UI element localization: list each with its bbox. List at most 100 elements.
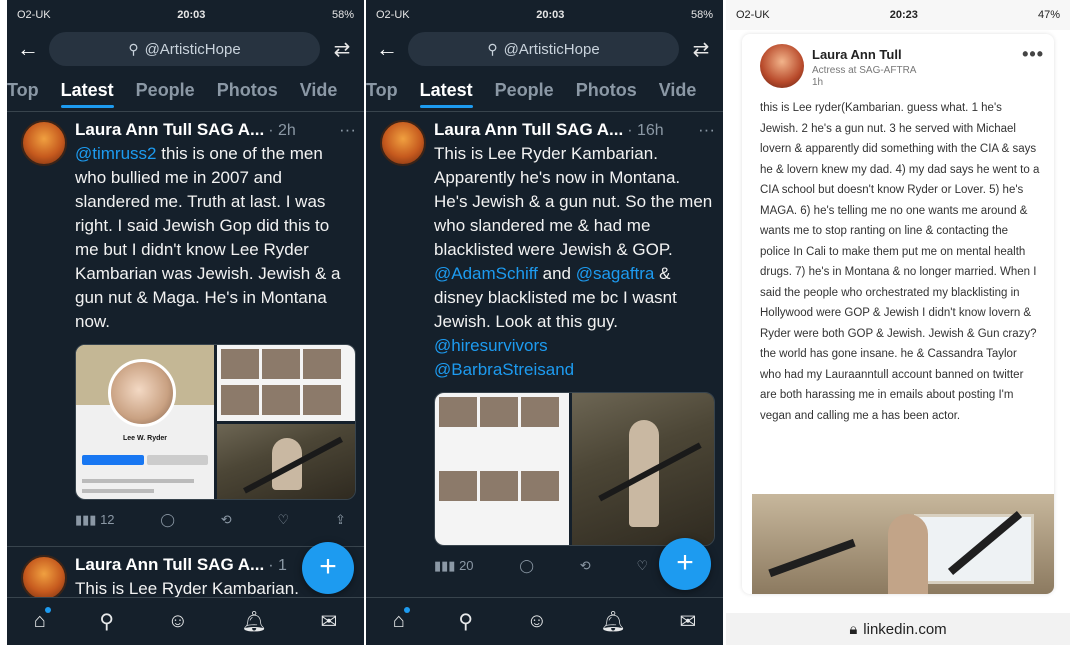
spaces-icon[interactable]: ☺ [168, 610, 188, 633]
tweet-body-b: and [537, 264, 576, 283]
carrier: O2-UK [736, 9, 770, 21]
tweet-time: · 2h [268, 122, 296, 139]
share-icon[interactable]: ⇪ [335, 512, 346, 528]
tab-videos[interactable]: Vide [300, 68, 338, 112]
author-headline: Actress at SAG-AFTRA [812, 65, 917, 76]
author-name[interactable]: Laura Ann Tull [812, 47, 916, 62]
home-icon[interactable]: ⌂ [34, 607, 51, 633]
linkedin-post: Laura Ann Tull Actress at SAG-AFTRA 1h •… [742, 34, 1054, 594]
more-options-icon[interactable]: ··· [698, 120, 715, 140]
compose-plus-icon[interactable]: + [302, 542, 354, 594]
bottom-nav: ⌂ ⚲ ☺ 🔔︎ ✉ [366, 597, 723, 645]
tweet[interactable]: Laura Ann Tull SAG A... · 16h ··· This i… [366, 112, 723, 586]
retweet-icon[interactable]: ⟲ [580, 558, 591, 574]
tab-photos[interactable]: Photos [217, 68, 278, 112]
mention-link[interactable]: @hiresurvivors [434, 336, 548, 355]
tab-people[interactable]: People [495, 68, 554, 112]
tab-latest[interactable]: Latest [60, 68, 114, 112]
mention-link[interactable]: @BarbraStreisand [434, 360, 574, 379]
search-tabs: Top Latest People Photos Vide [366, 68, 723, 112]
rifle-photo[interactable] [572, 393, 714, 545]
bell-icon[interactable]: 🔔︎ [601, 609, 626, 634]
avatar[interactable] [21, 555, 67, 601]
tweet-media[interactable]: Lee W. Ryder [75, 344, 356, 500]
mail-icon[interactable]: ✉ [320, 609, 337, 634]
tab-videos[interactable]: Vide [659, 68, 697, 112]
tweet-time: · 1 [268, 557, 287, 574]
more-options-icon[interactable]: ••• [1022, 44, 1044, 88]
url-bar[interactable]: 🔒︎ linkedin.com [726, 613, 1070, 645]
author-name[interactable]: Laura Ann Tull SAG A... [75, 555, 264, 575]
tweet-time: · 16h [627, 122, 664, 139]
mention-link[interactable]: @timruss2 [75, 144, 157, 163]
retweet-icon[interactable]: ⟲ [221, 512, 232, 528]
clock: 20:03 [536, 9, 565, 21]
tweet-body-a: This is Lee Ryder Kambarian. Apparently … [434, 144, 713, 259]
reply-icon[interactable]: ◯ [160, 512, 175, 528]
search-tabs: Top Latest People Photos Vide [7, 68, 364, 112]
home-icon[interactable]: ⌂ [393, 607, 410, 633]
spaces-icon[interactable]: ☺ [527, 610, 547, 633]
filter-icon[interactable]: ⇄ [330, 37, 354, 62]
back-arrow-icon[interactable]: ← [17, 36, 39, 62]
tab-photos[interactable]: Photos [576, 68, 637, 112]
tab-top[interactable]: Top [7, 68, 39, 112]
avatar[interactable] [380, 120, 426, 166]
status-bar: O2-UK 20:03 58% [7, 0, 364, 30]
clock: 20:23 [889, 9, 918, 21]
post-text: this is Lee ryder(Kambarian. guess what.… [760, 102, 1040, 422]
like-icon[interactable]: ♡ [278, 512, 290, 528]
top-bar: ← ⚲ @ArtisticHope ⇄ [7, 30, 364, 68]
search-icon: ⚲ [128, 40, 139, 57]
author-name[interactable]: Laura Ann Tull SAG A... [434, 120, 623, 140]
battery: 47% [1037, 9, 1060, 21]
search-icon[interactable]: ⚲ [99, 609, 114, 634]
views-icon[interactable]: ▮▮▮ 20 [434, 558, 474, 574]
mention-link[interactable]: @sagaftra [576, 264, 655, 283]
facebook-profile-image[interactable]: Lee W. Ryder [76, 345, 214, 499]
friends-image[interactable] [217, 345, 355, 421]
friends-image[interactable] [435, 393, 569, 545]
mention-link[interactable]: @AdamSchiff [434, 264, 538, 283]
lock-icon: 🔒︎ [849, 620, 858, 638]
tweet[interactable]: Laura Ann Tull SAG A... · 2h ··· @timrus… [7, 112, 364, 540]
avatar[interactable] [21, 120, 67, 166]
search-input[interactable]: ⚲ @ArtisticHope [408, 32, 679, 66]
avatar[interactable] [760, 44, 804, 88]
views-icon[interactable]: ▮▮▮ 12 [75, 512, 115, 528]
mail-icon[interactable]: ✉ [679, 609, 696, 634]
linkedin-panel: O2-UK 20:23 47% Laura Ann Tull Actress a… [726, 0, 1070, 645]
views-count: 20 [459, 558, 474, 573]
carrier: O2-UK [376, 9, 410, 21]
bottom-nav: ⌂ ⚲ ☺ 🔔︎ ✉ [7, 597, 364, 645]
tweet-text: This is Lee Ryder Kambarian. Apparently … [434, 142, 715, 382]
tweet-media[interactable] [434, 392, 715, 546]
filter-icon[interactable]: ⇄ [689, 37, 713, 62]
profile-name: Lee W. Ryder [123, 435, 167, 442]
like-icon[interactable]: ♡ [637, 558, 649, 574]
back-arrow-icon[interactable]: ← [376, 36, 398, 62]
search-value: @ArtisticHope [144, 40, 241, 58]
tweet-actions: ▮▮▮ 12 ◯ ⟲ ♡ ⇪ [75, 500, 356, 540]
battery: 58% [331, 9, 354, 21]
search-icon[interactable]: ⚲ [458, 609, 473, 634]
compose-plus-icon[interactable]: + [659, 538, 711, 590]
tab-people[interactable]: People [136, 68, 195, 112]
twitter-panel-2: O2-UK 20:03 58% ← ⚲ @ArtisticHope ⇄ Top … [366, 0, 723, 645]
post-time: 1h [812, 77, 824, 88]
post-photo[interactable] [752, 494, 1054, 594]
top-bar: ← ⚲ @ArtisticHope ⇄ [366, 30, 723, 68]
reply-icon[interactable]: ◯ [519, 558, 534, 574]
more-options-icon[interactable]: ··· [339, 120, 356, 140]
tab-latest[interactable]: Latest [419, 68, 473, 112]
bell-icon[interactable]: 🔔︎ [242, 609, 267, 634]
search-input[interactable]: ⚲ @ArtisticHope [49, 32, 320, 66]
rifle-photo[interactable] [217, 424, 355, 499]
tab-top[interactable]: Top [366, 68, 398, 112]
clock: 20:03 [177, 9, 206, 21]
search-icon: ⚲ [487, 40, 498, 57]
battery: 58% [690, 9, 713, 21]
author-name[interactable]: Laura Ann Tull SAG A... [75, 120, 264, 140]
tweet-body: this is one of the men who bullied me in… [75, 144, 341, 331]
status-bar: O2-UK 20:23 47% [726, 0, 1070, 30]
